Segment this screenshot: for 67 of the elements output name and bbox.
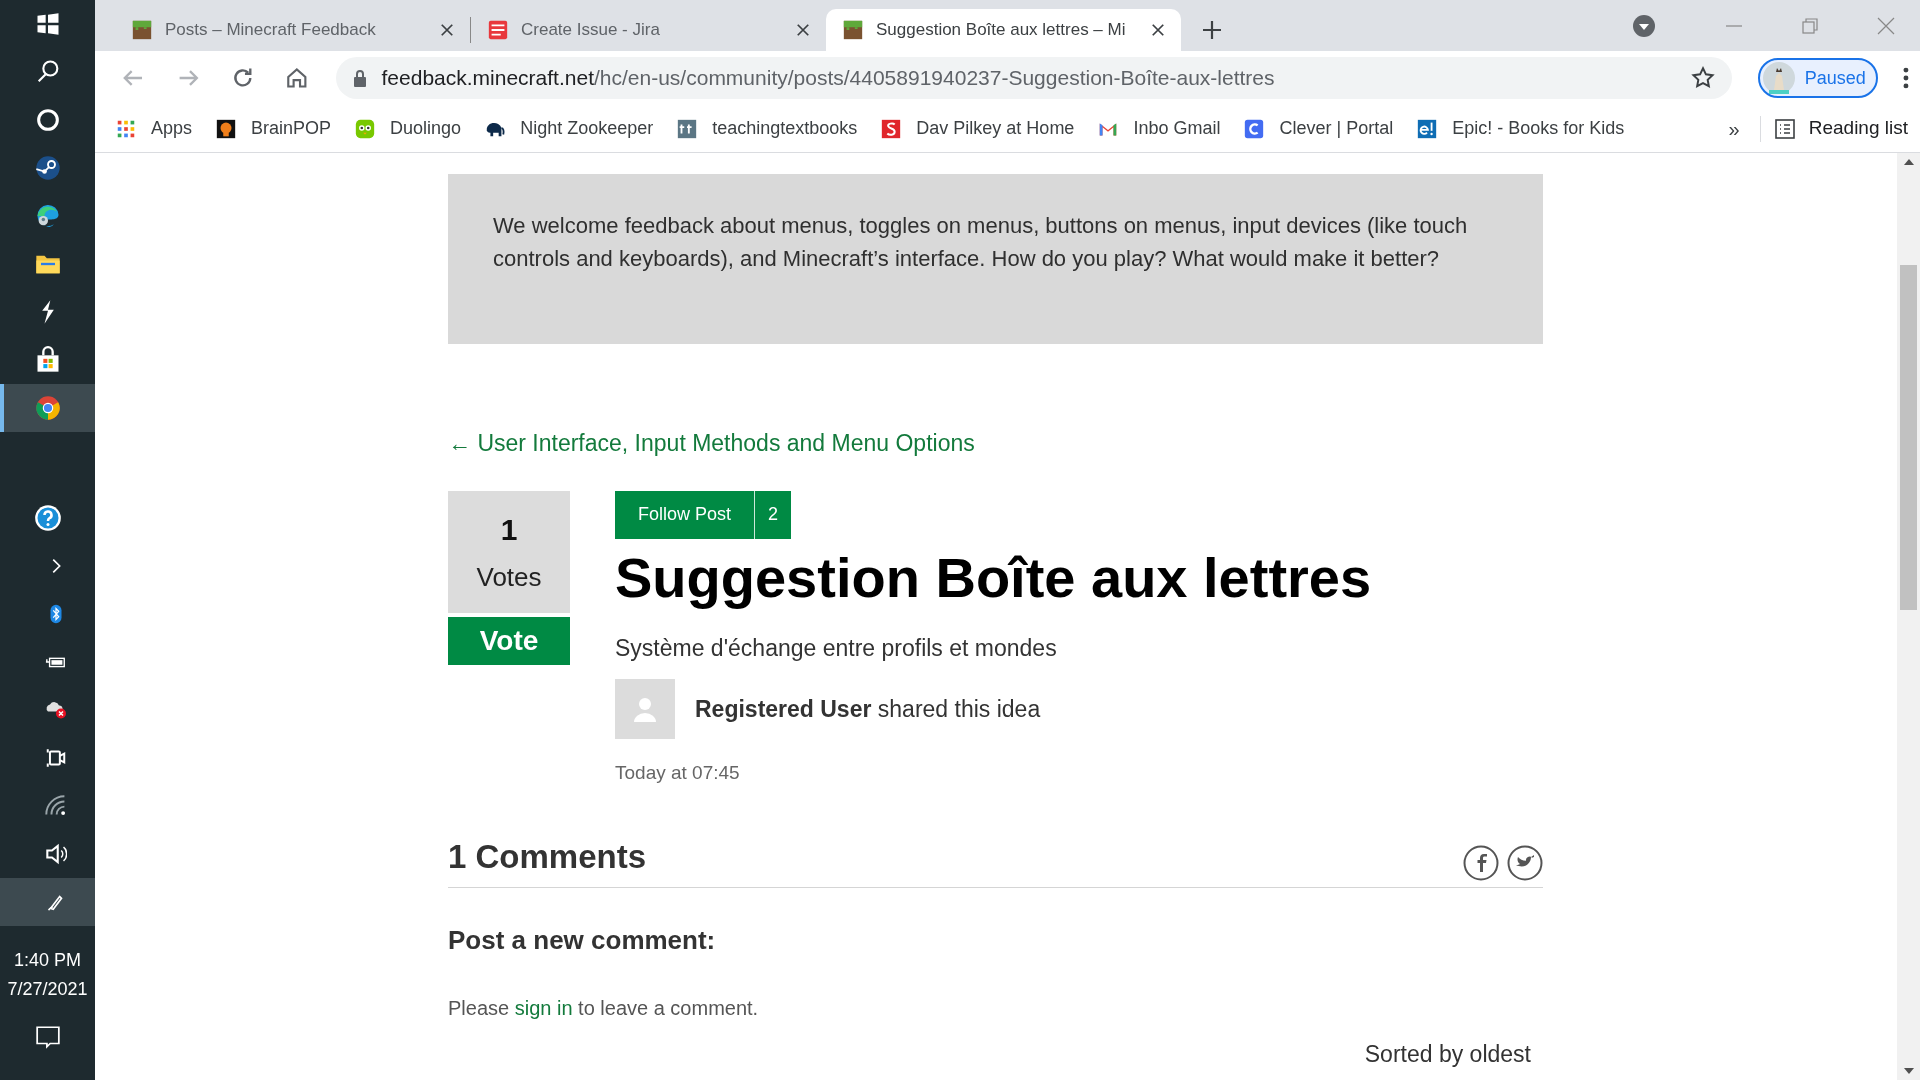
vote-button[interactable]: Vote [448,616,570,665]
steam-icon [33,154,62,182]
post-title: Suggestion Boîte aux lettres [615,544,1372,611]
browser-tab[interactable]: Suggestion Boîte aux lettres – Mi [826,9,1181,51]
close-icon[interactable] [1151,23,1165,37]
url-text: feedback.minecraft.net/hc/en-us/community/posts/4405891940237-Suggestion-Boîte-aux-lettres [381,65,1276,92]
person-icon [632,696,658,722]
new-comment-heading: Post a new comment: [448,924,717,957]
reading-list-icon [1774,118,1795,139]
post-subtitle: Système d'échange entre profils et mondes [615,633,1058,663]
intro-text: We welcome feedback about menus, toggles on menus, buttons on menus, input devices (like touch controls and keyboards), and Minecraft’s interface. How do you play? What would make it better? [493,212,1469,273]
author-line: Registered User shared this idea [695,694,1041,724]
bookmark[interactable]: Duolingo [354,115,462,142]
bookmark[interactable]: Epic! - Books for Kids [1416,115,1625,142]
bookmark[interactable]: Dav Pilkey at Home [880,115,1075,142]
follower-count: 2 [767,503,780,526]
votes-label: Votes [476,560,542,594]
bookmark[interactable]: teachingtextbooks [676,115,858,142]
s-logo-icon [880,117,903,140]
address-bar[interactable]: feedback.minecraft.net/hc/en-us/community/posts/4405891940237-Suggestion-Boîte-aux-lettres [335,57,1732,99]
profile-button[interactable]: Paused [1757,58,1879,98]
owl-icon [354,117,377,140]
grass-block-icon [842,19,864,41]
wifi-icon [44,795,67,817]
follow-post-button[interactable]: Follow Post [615,490,756,539]
bookmark[interactable]: Clever | Portal [1243,115,1394,142]
breadcrumb-link[interactable]: ← User Interface, Input Methods and Menu Options [448,426,975,461]
scroll-up-icon[interactable] [1903,159,1914,165]
bookmarks-overflow-button[interactable]: » [1728,113,1740,144]
c-logo-icon [1243,117,1266,140]
post-time: Today at 07:45 [615,761,741,785]
bookmark[interactable]: BrainPOP [215,115,332,142]
browser-tab[interactable]: Posts – Minecraft Feedback [115,9,470,51]
scrollbar[interactable] [1897,153,1920,1080]
bookmark[interactable]: Inbo Gmail [1097,115,1221,142]
menu-icon[interactable] [1902,66,1910,90]
tt-icon [676,117,699,140]
notification-icon[interactable] [34,1024,61,1050]
close-icon[interactable] [440,23,454,37]
site-logo-icon [487,19,509,41]
bookmark[interactable]: Apps [115,115,193,142]
bookmark[interactable]: Night Zookeeper [484,115,654,142]
twitter-icon[interactable] [1507,845,1543,881]
camera-icon [44,747,67,769]
close-icon[interactable] [796,23,810,37]
avatar-icon [1762,62,1795,94]
new-tab-icon[interactable] [1201,19,1223,41]
scroll-down-icon[interactable] [1903,1068,1914,1074]
reading-list-button[interactable]: Reading list [1774,114,1908,143]
sort-order[interactable]: Sorted by oldest [1364,1037,1531,1072]
e-logo-icon [1416,117,1439,140]
tab-search-icon[interactable] [1632,13,1656,38]
grass-block-icon [131,19,153,41]
clock[interactable]: 1:40 PM 7/27/2021 [0,946,95,1004]
facebook-icon[interactable] [1463,845,1499,881]
browser-tab[interactable]: Create Issue - Jira [471,9,826,51]
volume-icon [44,843,67,865]
comments-heading: 1 Comments [448,836,647,877]
cloud-error-icon [44,699,67,721]
robot-icon [215,117,238,140]
star-icon[interactable] [1689,65,1716,91]
vote-count: 1 [500,511,518,548]
sign-in-link[interactable]: sign in [514,997,573,1019]
sign-in-prompt: Please sign in to leave a comment. [448,996,760,1021]
help-icon [33,504,62,532]
lock-icon [351,69,368,87]
chrome-icon [33,394,62,422]
